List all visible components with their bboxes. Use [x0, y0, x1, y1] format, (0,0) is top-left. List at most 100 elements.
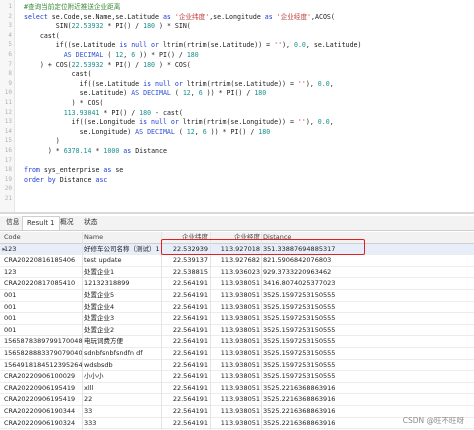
cell-distance[interactable]: 3525.1597253150555: [263, 336, 358, 347]
table-row[interactable]: 001 处置企业4 22.564191 113.938051 3525.15972531…: [0, 302, 474, 314]
cell-distance[interactable]: 821.5906842076803: [263, 255, 358, 266]
cell-code[interactable]: 001: [4, 290, 82, 301]
cell-name[interactable]: 好修车公司名称（测试）1: [84, 244, 160, 255]
cell-latitude[interactable]: 22.564191: [163, 290, 208, 301]
cell-code[interactable]: CRA20220906195419: [4, 383, 82, 394]
column-header-name[interactable]: Name: [84, 232, 160, 243]
cell-longitude[interactable]: 113.938051: [212, 313, 260, 324]
table-row[interactable]: 001 处置企业2 22.564191 113.938051 3525.15972531…: [0, 325, 474, 337]
table-row[interactable]: CRA20220906195419 22 22.564191 113.938051 35…: [0, 394, 474, 406]
cell-latitude[interactable]: 22.564191: [163, 406, 208, 417]
table-row[interactable]: CRA20220906100029 小小小 22.564191 113.938051 3…: [0, 371, 474, 383]
cell-code[interactable]: 1565878389799170048: [4, 336, 82, 347]
cell-distance[interactable]: 3525.2216368863916: [263, 383, 358, 394]
cell-code[interactable]: 123: [4, 244, 82, 255]
table-row[interactable]: 001 处置企业5 22.564191 113.938051 3525.15972531…: [0, 290, 474, 302]
cell-longitude[interactable]: 113.938051: [212, 348, 260, 359]
table-row[interactable]: 1565828883379079040 sdnbfsnbfsndfn df 22.5…: [0, 348, 474, 360]
cell-distance[interactable]: 3525.1597253150555: [263, 325, 358, 336]
cell-name[interactable]: 处置企业2: [84, 325, 160, 336]
cell-code[interactable]: CRA20220816185406: [4, 255, 82, 266]
cell-latitude[interactable]: 22.564191: [163, 313, 208, 324]
cell-name[interactable]: 小小小: [84, 371, 160, 382]
cell-latitude[interactable]: 22.564191: [163, 371, 208, 382]
cell-distance[interactable]: 929.3733220963462: [263, 267, 358, 278]
column-header-code[interactable]: Code: [4, 232, 82, 243]
cell-latitude[interactable]: 22.564191: [163, 383, 208, 394]
cell-code[interactable]: CRA20220906100029: [4, 371, 82, 382]
cell-latitude[interactable]: 22.539137: [163, 255, 208, 266]
cell-longitude[interactable]: 113.938051: [212, 290, 260, 301]
cell-longitude[interactable]: 113.938051: [212, 371, 260, 382]
cell-name[interactable]: sdnbfsnbfsndfn df: [84, 348, 160, 359]
sql-editor[interactable]: 1 2 3 4 5 6 7 8 9 10 11 12 13 14 15 16 17 18 19 20 21 #查询当前定…: [0, 0, 474, 212]
column-divider[interactable]: [261, 232, 262, 430]
column-divider[interactable]: [82, 232, 83, 430]
cell-code[interactable]: 123: [4, 267, 82, 278]
cell-name[interactable]: 处置企业5: [84, 290, 160, 301]
cell-name[interactable]: xlll: [84, 383, 160, 394]
cell-name[interactable]: 22: [84, 394, 160, 405]
cell-longitude[interactable]: 113.938051: [212, 418, 260, 429]
table-row[interactable]: CRA20220906195419 xlll 22.564191 113.938051…: [0, 383, 474, 395]
cell-code[interactable]: 001: [4, 302, 82, 313]
cell-distance[interactable]: 3525.1597253150555: [263, 313, 358, 324]
tab-info[interactable]: 信息: [2, 216, 24, 229]
cell-latitude[interactable]: 22.564191: [163, 336, 208, 347]
cell-name[interactable]: 处置企业3: [84, 313, 160, 324]
table-row[interactable]: 1565878389799170048 电玩词费方便 22.564191 113.93…: [0, 336, 474, 348]
tab-result-1[interactable]: Result 1: [22, 216, 60, 230]
cell-name[interactable]: test update: [84, 255, 160, 266]
cell-longitude[interactable]: 113.938051: [212, 278, 260, 289]
cell-code[interactable]: 001: [4, 325, 82, 336]
cell-latitude[interactable]: 22.564191: [163, 302, 208, 313]
table-row[interactable]: CRA20220816185406 test update 22.539137 113…: [0, 255, 474, 267]
cell-longitude[interactable]: 113.938051: [212, 383, 260, 394]
cell-longitude[interactable]: 113.936023: [212, 267, 260, 278]
pane-splitter[interactable]: [0, 212, 474, 214]
cell-distance[interactable]: 3525.2216368863916: [263, 406, 358, 417]
cell-latitude[interactable]: 22.564191: [163, 418, 208, 429]
cell-name[interactable]: 处置企业4: [84, 302, 160, 313]
cell-distance[interactable]: 3525.1597253150555: [263, 302, 358, 313]
table-row[interactable]: 001 处置企业3 22.564191 113.938051 3525.15972531…: [0, 313, 474, 325]
cell-longitude[interactable]: 113.938051: [212, 406, 260, 417]
cell-code[interactable]: CRA20220817085410: [4, 278, 82, 289]
result-grid[interactable]: Code Name 企业纬度 企业经度 Distance ▸ 123 好修车公司名称（测试）1…: [0, 232, 474, 430]
cell-latitude[interactable]: 22.564191: [163, 278, 208, 289]
table-row[interactable]: 1564918184512395264 wdsbsdb 22.564191 113.9…: [0, 360, 474, 372]
column-divider[interactable]: [161, 232, 162, 430]
cell-code[interactable]: 1565828883379079040: [4, 348, 82, 359]
cell-name[interactable]: 处置企业1: [84, 267, 160, 278]
cell-distance[interactable]: 3525.1597253150555: [263, 290, 358, 301]
cell-code[interactable]: CRA20220906190344: [4, 406, 82, 417]
cell-latitude[interactable]: 22.538815: [163, 267, 208, 278]
tab-profile[interactable]: 概况: [56, 216, 78, 229]
cell-code[interactable]: 001: [4, 313, 82, 324]
cell-latitude[interactable]: 22.564191: [163, 348, 208, 359]
cell-distance[interactable]: 3525.1597253150555: [263, 360, 358, 371]
cell-longitude[interactable]: 113.938051: [212, 336, 260, 347]
cell-code[interactable]: CRA20220906195419: [4, 394, 82, 405]
cell-name[interactable]: 电玩词费方便: [84, 336, 160, 347]
cell-name[interactable]: 12132318899: [84, 278, 160, 289]
cell-distance[interactable]: 3525.2216368863916: [263, 418, 358, 429]
cell-longitude[interactable]: 113.938051: [212, 360, 260, 371]
cell-longitude[interactable]: 113.938051: [212, 394, 260, 405]
cell-name[interactable]: 333: [84, 418, 160, 429]
cell-distance[interactable]: 3525.1597253150555: [263, 348, 358, 359]
cell-name[interactable]: 33: [84, 406, 160, 417]
tab-status[interactable]: 状态: [80, 216, 102, 229]
cell-code[interactable]: CRA20220906190324: [4, 418, 82, 429]
cell-longitude[interactable]: 113.938051: [212, 302, 260, 313]
cell-code[interactable]: 1564918184512395264: [4, 360, 82, 371]
cell-distance[interactable]: 3525.2216368863916: [263, 394, 358, 405]
table-row[interactable]: CRA20220817085410 12132318899 22.564191 113…: [0, 278, 474, 290]
cell-distance[interactable]: 3525.1597253150555: [263, 371, 358, 382]
cell-latitude[interactable]: 22.564191: [163, 325, 208, 336]
cell-name[interactable]: wdsbsdb: [84, 360, 160, 371]
cell-distance[interactable]: 3416.8074025377023: [263, 278, 358, 289]
cell-longitude[interactable]: 113.938051: [212, 325, 260, 336]
cell-latitude[interactable]: 22.564191: [163, 394, 208, 405]
cell-longitude[interactable]: 113.927682: [212, 255, 260, 266]
